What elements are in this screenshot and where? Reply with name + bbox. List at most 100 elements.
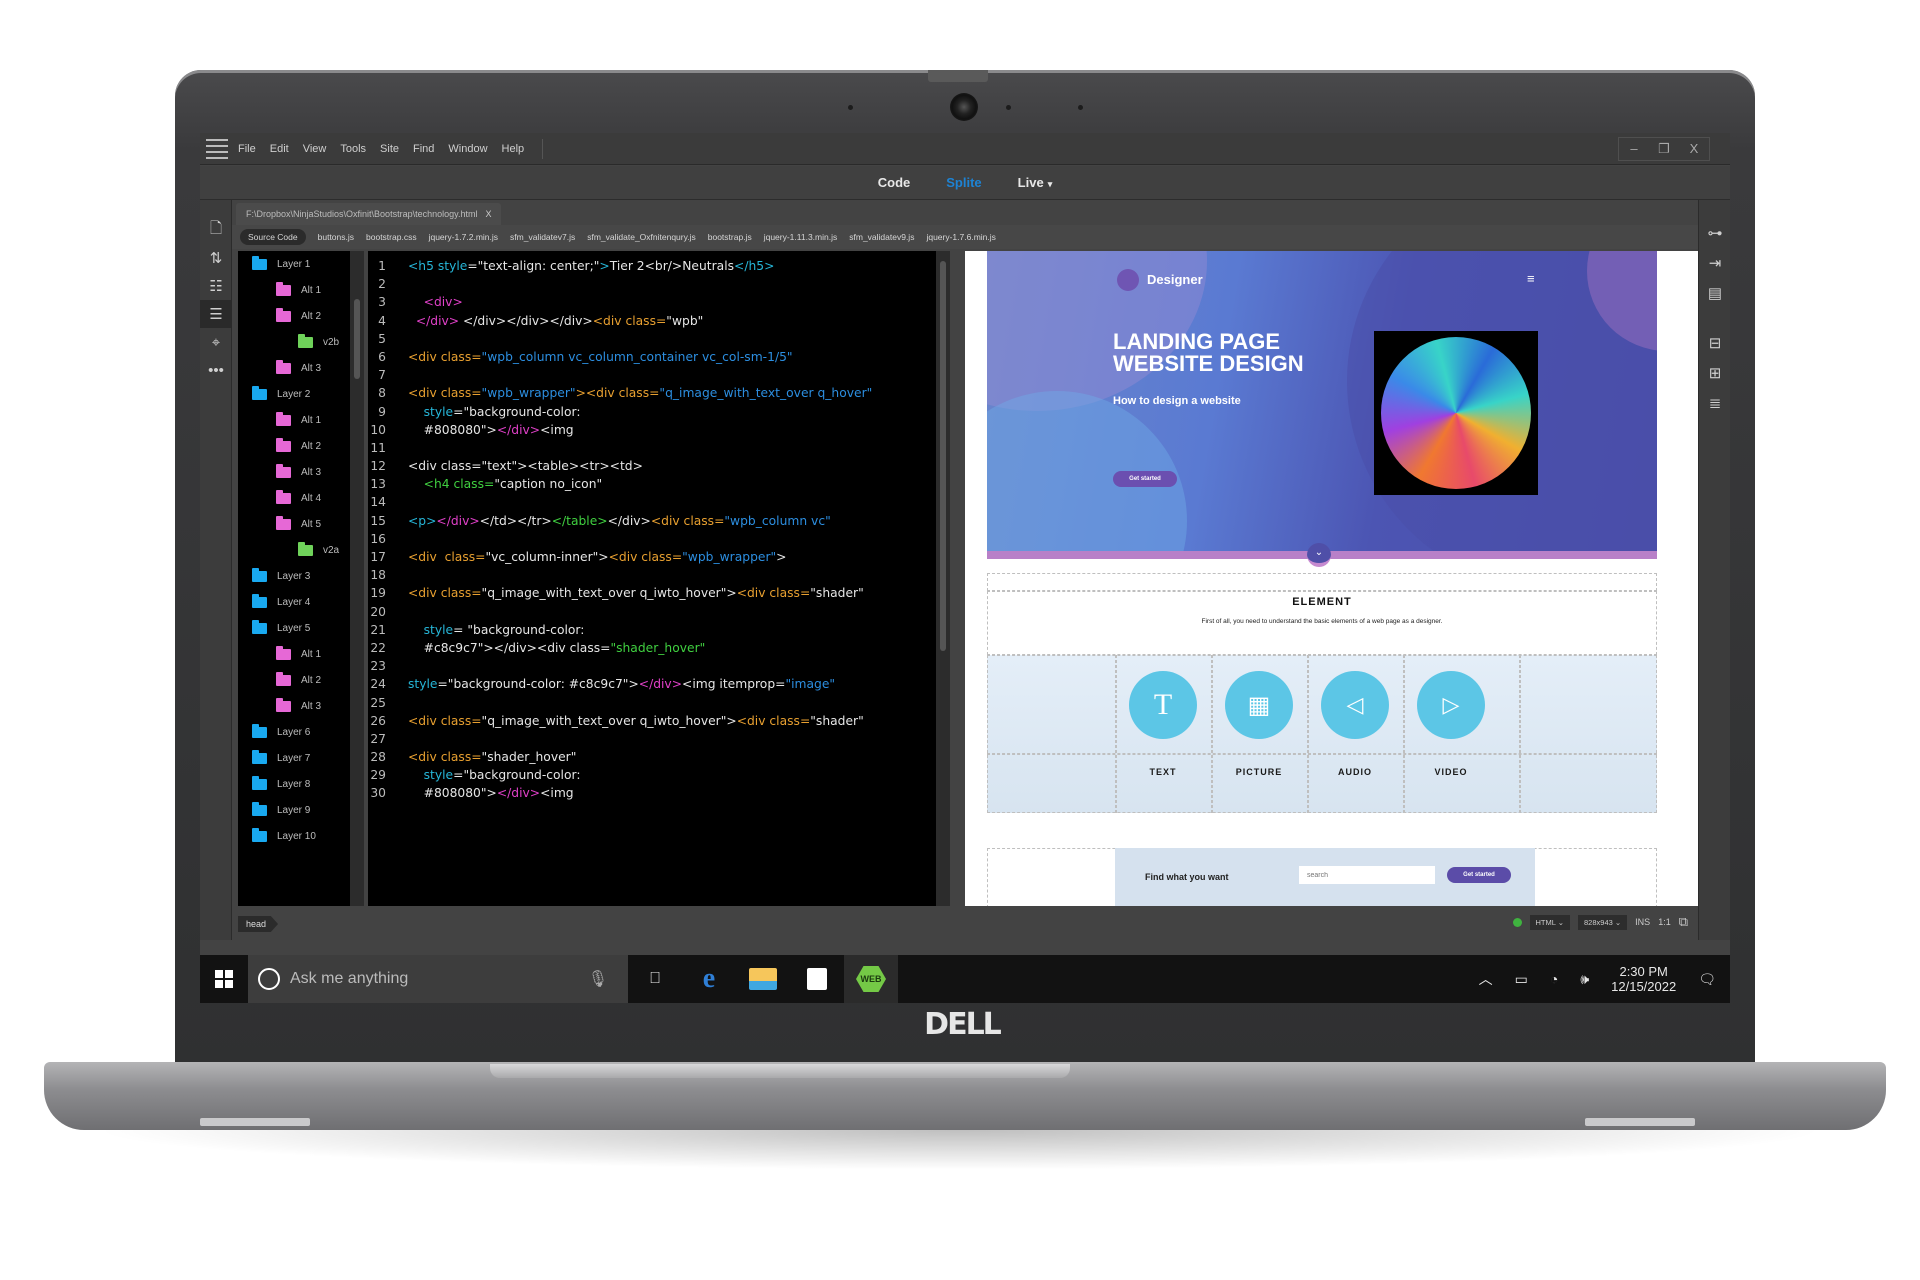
element-card-audio[interactable]: ◁ AUDIO [1320,671,1390,777]
site-menu-icon[interactable]: ≡ [1527,271,1535,286]
search-input[interactable] [1299,866,1435,884]
code-line[interactable]: 24 style="background-color: #c8c9c7"></di… [368,677,936,695]
code-line[interactable]: 7 [368,368,936,386]
layer-item[interactable]: Alt 1 [238,407,350,433]
hamburger-icon[interactable] [206,138,228,159]
code-line[interactable]: 11 [368,441,936,459]
layer-item[interactable]: Alt 3 [238,459,350,485]
layers-scrollbar[interactable] [350,251,364,906]
layer-item[interactable]: Alt 3 [238,355,350,381]
clock[interactable]: 2:30 PM 12/15/2022 [1611,964,1676,994]
code-line[interactable]: 4 </div> </div></div></div><div class="w… [368,314,936,332]
related-file-tab[interactable]: jquery-1.7.2.min.js [429,232,498,242]
layer-item[interactable]: v2a [238,537,350,563]
source-code-tab[interactable]: Source Code [240,229,306,245]
code-line[interactable]: 8 <div class="wpb_wrapper"><div class="q_… [368,386,936,404]
edge-icon[interactable]: e [682,955,736,1003]
start-button[interactable] [200,955,248,1003]
layer-item[interactable]: Alt 2 [238,667,350,693]
menu-find[interactable]: Find [413,143,434,155]
insert-mode[interactable]: INS [1635,917,1650,927]
close-button[interactable]: X [1679,138,1709,160]
import-icon[interactable]: ⇥ [1699,248,1730,278]
code-line[interactable]: 29 style="background-color: [368,768,936,786]
code-line[interactable]: 30 #808080"></div><img [368,786,936,804]
dimensions-select[interactable]: 828x943 ⌄ [1578,914,1628,930]
code-line[interactable]: 21 style= "background-color: [368,623,936,641]
code-line[interactable]: 9 style="background-color: [368,405,936,423]
outline-icon[interactable]: ☰ [200,300,232,328]
layer-item[interactable]: Layer 1 [238,251,350,277]
layer-item[interactable]: Layer 2 [238,381,350,407]
layer-item[interactable]: Layer 7 [238,745,350,771]
device-preview-icon[interactable]: ⧉ [1679,914,1688,930]
element-card-text[interactable]: T TEXT [1128,671,1198,777]
layer-item[interactable]: Alt 1 [238,641,350,667]
menu-view[interactable]: View [303,143,327,155]
related-file-tab[interactable]: bootstrap.css [366,232,417,242]
code-line[interactable]: 26 <div class="q_image_with_text_over q_i… [368,714,936,732]
code-line[interactable]: 20 [368,605,936,623]
view-live-button[interactable]: Live ▾ [1018,175,1053,190]
layer-item[interactable]: Layer 6 [238,719,350,745]
code-line[interactable]: 18 [368,568,936,586]
file-icon[interactable]: 🗋 [200,216,232,244]
layer-item[interactable]: Layer 3 [238,563,350,589]
chart-doc-icon[interactable]: ▤ [1699,278,1730,308]
related-file-tab[interactable]: buttons.js [318,232,354,242]
get-started-button[interactable]: Get started [1113,471,1177,487]
minimize-button[interactable]: – [1619,138,1649,160]
layer-item[interactable]: Alt 2 [238,433,350,459]
more-icon[interactable]: ••• [200,356,232,384]
close-tab-icon[interactable]: X [485,209,491,219]
code-line[interactable]: 19 <div class="q_image_with_text_over q_i… [368,586,936,604]
code-snippet-icon[interactable]: ≣ [1699,388,1730,418]
site-brand[interactable]: Designer [1147,272,1203,287]
scroll-thumb[interactable] [940,261,946,651]
restore-button[interactable]: ❐ [1649,138,1679,160]
code-line[interactable]: 12 <div class="text"><table><tr><td> [368,459,936,477]
sort-icon[interactable]: ⇅ [200,244,232,272]
layer-item[interactable]: Layer 5 [238,615,350,641]
view-split-button[interactable]: Splite [946,175,981,190]
code-line[interactable]: 28 <div class="shader_hover" [368,750,936,768]
volume-icon[interactable]: 🕪 [1580,971,1589,988]
element-card-video[interactable]: ▷ VIDEO [1416,671,1486,777]
related-file-tab[interactable]: sfm_validatev9.js [849,232,914,242]
code-line[interactable]: 13 <h4 class="caption no_icon" [368,477,936,495]
code-line[interactable]: 15 <p></div></td></tr></table></div><div … [368,514,936,532]
store-icon[interactable] [790,955,844,1003]
related-file-tab[interactable]: sfm_validatev7.js [510,232,575,242]
microphone-icon[interactable]: 🎙 [588,969,608,989]
code-editor[interactable]: 1 <h5 style="text-align: center;">Tier 2<… [368,251,936,906]
layer-item[interactable]: Layer 10 [238,823,350,849]
layer-item[interactable]: Layer 9 [238,797,350,823]
find-get-started-button[interactable]: Get started [1447,867,1511,883]
file-explorer-icon[interactable] [736,955,790,1003]
code-line[interactable]: 22 #c8c9c7"></div><div class="shader_hov… [368,641,936,659]
layer-item[interactable]: Alt 1 [238,277,350,303]
tag-selector[interactable]: head [238,916,279,932]
action-center-icon[interactable]: 🗨 [1698,971,1716,988]
scroll-thumb[interactable] [354,299,360,379]
menu-tools[interactable]: Tools [340,143,366,155]
code-line[interactable]: 25 [368,696,936,714]
code-line[interactable]: 17 <div class="vc_column-inner"><div clas… [368,550,936,568]
code-line[interactable]: 1 <h5 style="text-align: center;">Tier 2<… [368,259,936,277]
sitemap-icon[interactable]: ⊶ [1699,218,1730,248]
scroll-down-icon[interactable]: ⌄ [1307,543,1331,567]
code-line[interactable]: 5 [368,332,936,350]
code-line[interactable]: 16 [368,532,936,550]
tree-icon[interactable]: ⊟ [1699,328,1730,358]
related-file-tab[interactable]: jquery-1.7.6.min.js [926,232,995,242]
inspect-icon[interactable]: ☷ [200,272,232,300]
layer-item[interactable]: Layer 4 [238,589,350,615]
code-line[interactable]: 23 [368,659,936,677]
related-file-tab[interactable]: jquery-1.11.3.min.js [764,232,838,242]
code-line[interactable]: 6 <div class="wpb_column vc_column_contai… [368,350,936,368]
menu-site[interactable]: Site [380,143,399,155]
battery-icon[interactable]: ▭ [1515,971,1528,988]
layer-item[interactable]: v2b [238,329,350,355]
related-file-tab[interactable]: sfm_validate_Oxfnitenqury.js [587,232,696,242]
code-line[interactable]: 2 [368,277,936,295]
